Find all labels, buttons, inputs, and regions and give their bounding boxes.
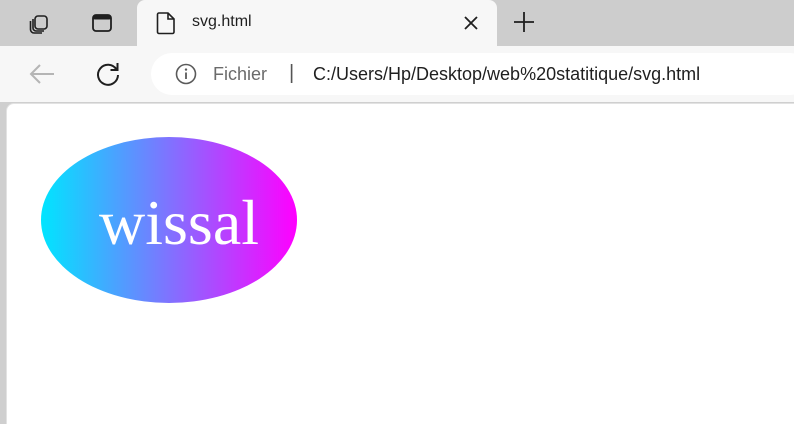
scheme-label: Fichier bbox=[213, 64, 268, 84]
arrow-left-icon bbox=[29, 64, 54, 84]
tab-svg-html[interactable]: svg.html bbox=[137, 0, 497, 46]
url-text[interactable]: C:/Users/Hp/Desktop/web%20statitique/svg… bbox=[313, 64, 700, 85]
plus-icon bbox=[514, 12, 534, 32]
page-content: wissal bbox=[6, 103, 794, 424]
tab-strip: svg.html bbox=[0, 0, 794, 46]
ellipse-text: wissal bbox=[99, 187, 259, 258]
svg-canvas: wissal bbox=[41, 137, 297, 303]
refresh-icon bbox=[97, 63, 119, 86]
back-button[interactable] bbox=[26, 58, 58, 90]
tab-title: svg.html bbox=[192, 13, 252, 30]
tab-close-button[interactable] bbox=[457, 9, 485, 37]
info-icon[interactable] bbox=[175, 63, 197, 85]
file-icon bbox=[156, 12, 175, 35]
toolbar: Fichier | C:/Users/Hp/Desktop/web%20stat… bbox=[0, 46, 794, 102]
refresh-button[interactable] bbox=[92, 58, 124, 90]
collections-icon bbox=[29, 15, 48, 34]
address-separator: | bbox=[289, 62, 295, 84]
tab-actions-icon bbox=[92, 14, 112, 32]
address-bar[interactable]: Fichier | C:/Users/Hp/Desktop/web%20stat… bbox=[151, 53, 794, 95]
collections-button[interactable] bbox=[21, 7, 57, 39]
new-tab-button[interactable] bbox=[509, 7, 539, 37]
tab-actions-button[interactable] bbox=[84, 7, 120, 39]
close-icon bbox=[464, 16, 478, 30]
